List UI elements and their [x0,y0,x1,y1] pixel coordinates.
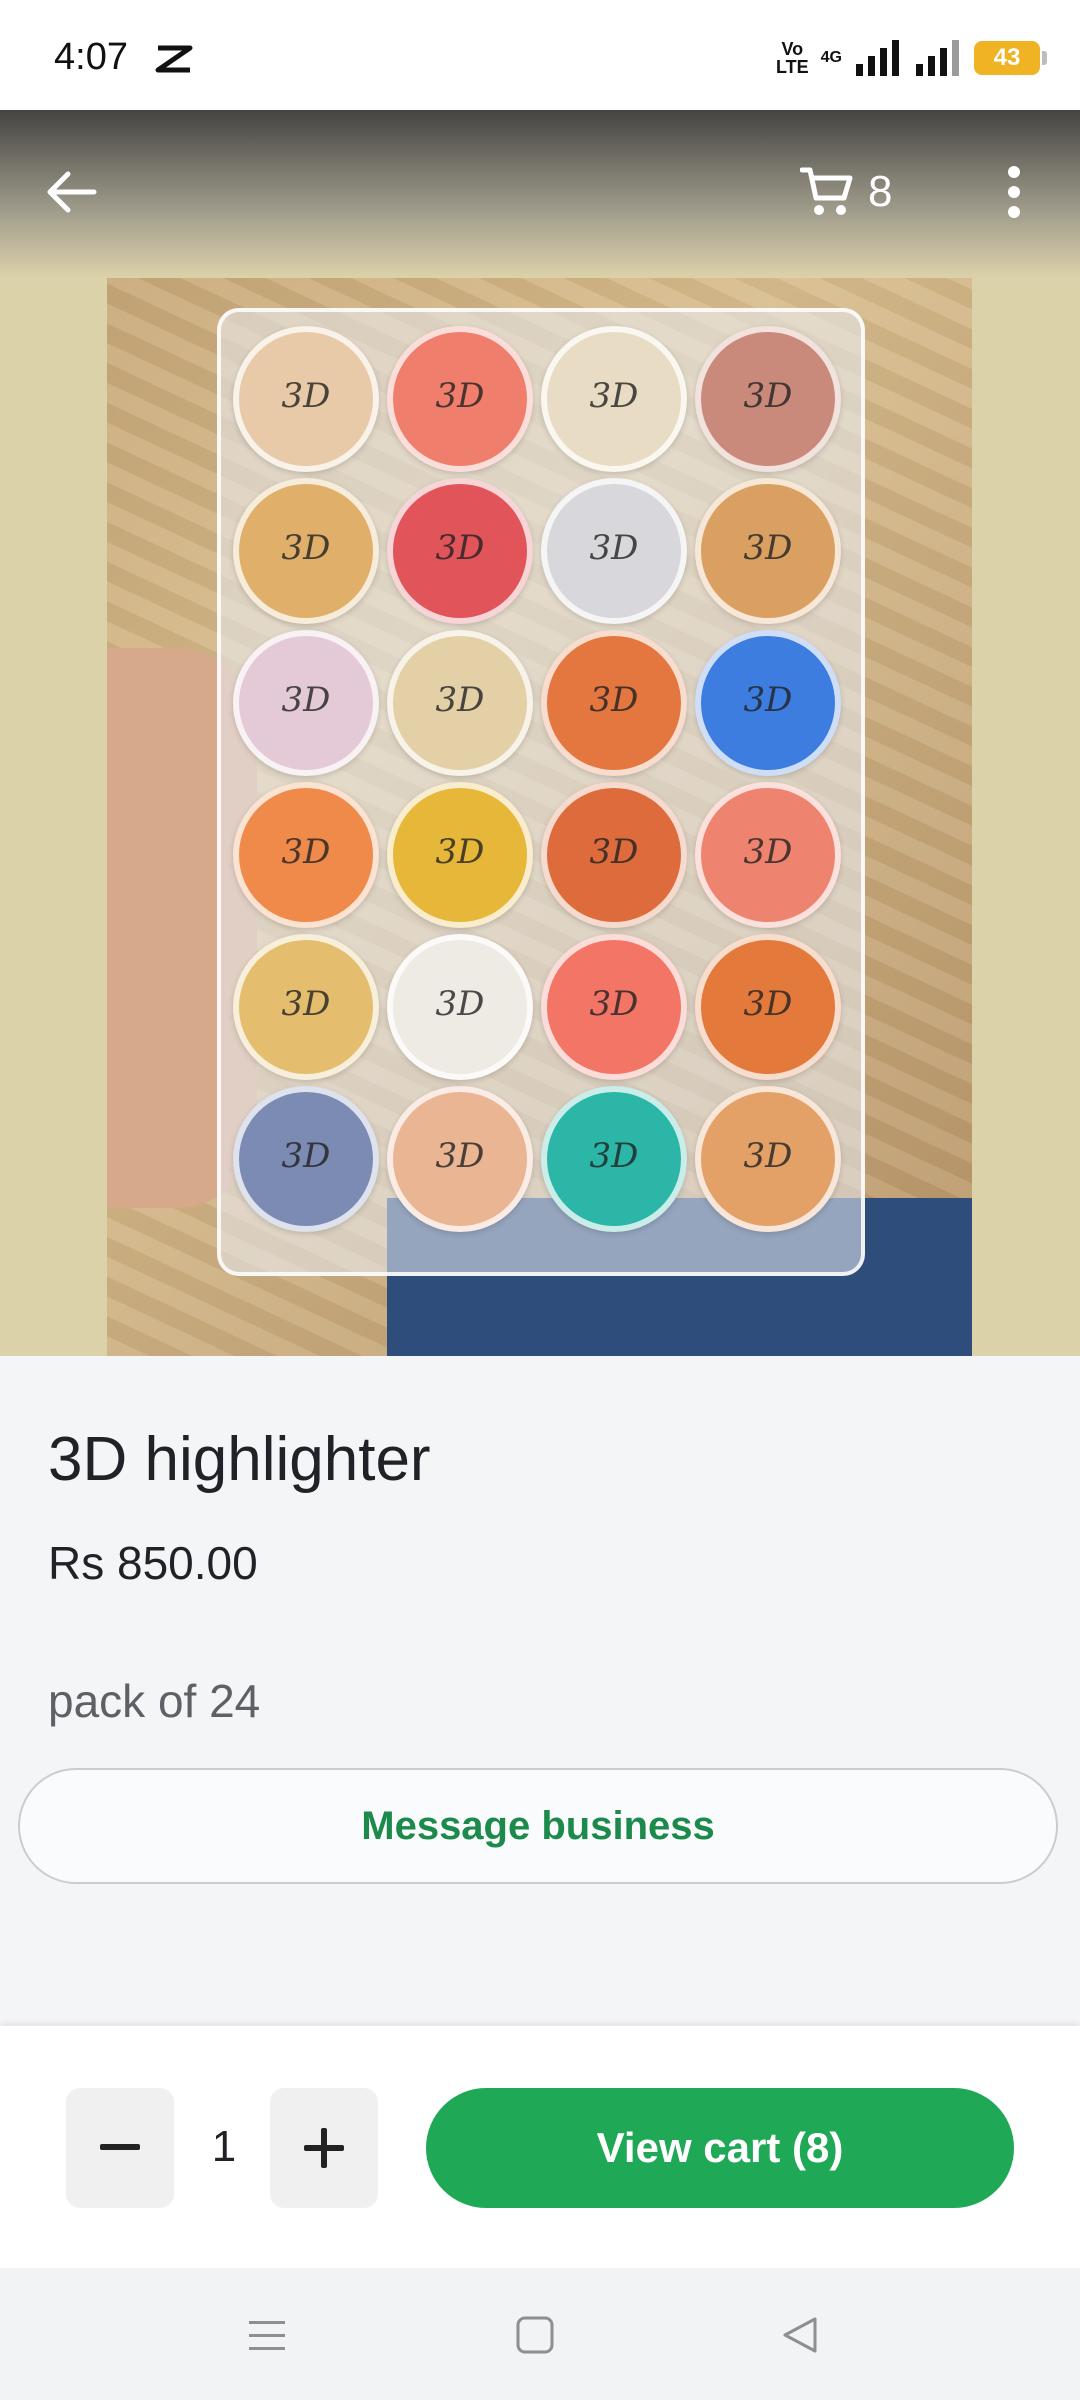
capcut-notification-icon [155,45,193,73]
jar: 3D [233,478,379,624]
status-icons: Vo LTE 4G 43 [775,36,1047,80]
menu-lines-icon [249,2321,285,2350]
jar: 3D [233,630,379,776]
jar: 3D [387,1086,533,1232]
jar: 3D [387,478,533,624]
view-cart-button[interactable]: View cart (8) [426,2088,1014,2208]
jar: 3D [233,1086,379,1232]
jar: 3D [695,1086,841,1232]
battery-indicator: 43 [974,41,1047,75]
product-price: Rs 850.00 [48,1537,258,1589]
jar: 3D [233,326,379,472]
jar: 3D [387,782,533,928]
signal-strength-icon [856,40,899,76]
decrease-quantity-button[interactable] [66,2088,174,2208]
increase-quantity-button[interactable] [270,2088,378,2208]
product-title: 3D highlighter [48,1425,431,1494]
jar: 3D [387,934,533,1080]
shopping-cart-icon [800,167,853,215]
jar: 3D [387,630,533,776]
jar: 3D [695,326,841,472]
volte-indicator: Vo LTE [775,39,809,77]
arrow-left-icon [47,171,97,213]
cart-count: 8 [868,167,893,216]
jar: 3D [541,478,687,624]
back-system-button[interactable] [764,2300,834,2370]
jar: 3D [541,630,687,776]
jar: 3D [541,326,687,472]
more-options-button[interactable] [974,152,1054,232]
jar: 3D [541,934,687,1080]
more-vertical-icon [1008,166,1020,218]
jar: 3D [695,630,841,776]
jar: 3D [387,326,533,472]
home-button[interactable] [500,2300,570,2370]
quantity-value: 1 [211,2122,237,2171]
triangle-back-icon [783,2317,817,2353]
jar: 3D [541,1086,687,1232]
jar: 3D [233,782,379,928]
cart-button[interactable]: 8 [800,152,940,232]
plus-icon [304,2128,344,2168]
jar-tray: 3D 3D 3D 3D 3D 3D 3D 3D 3D 3D 3D 3D 3D 3… [217,308,865,1276]
recent-apps-button[interactable] [232,2300,302,2370]
jar: 3D [695,478,841,624]
jar: 3D [541,782,687,928]
product-photo: 3D 3D 3D 3D 3D 3D 3D 3D 3D 3D 3D 3D 3D 3… [107,278,972,1356]
back-button[interactable] [32,152,112,232]
product-image[interactable]: 3D 3D 3D 3D 3D 3D 3D 3D 3D 3D 3D 3D 3D 3… [0,110,1080,1356]
product-description: pack of 24 [48,1675,261,1727]
minus-icon [100,2144,140,2150]
jar: 3D [233,934,379,1080]
status-time: 4:07 [54,36,128,78]
status-bar: 4:07 Vo LTE 4G 43 [0,0,1080,110]
jar: 3D [695,782,841,928]
network-type: 4G [820,49,842,66]
square-icon [516,2316,554,2354]
message-business-button[interactable]: Message business [18,1768,1058,1884]
jar: 3D [695,934,841,1080]
signal-strength-2-icon [916,40,959,76]
